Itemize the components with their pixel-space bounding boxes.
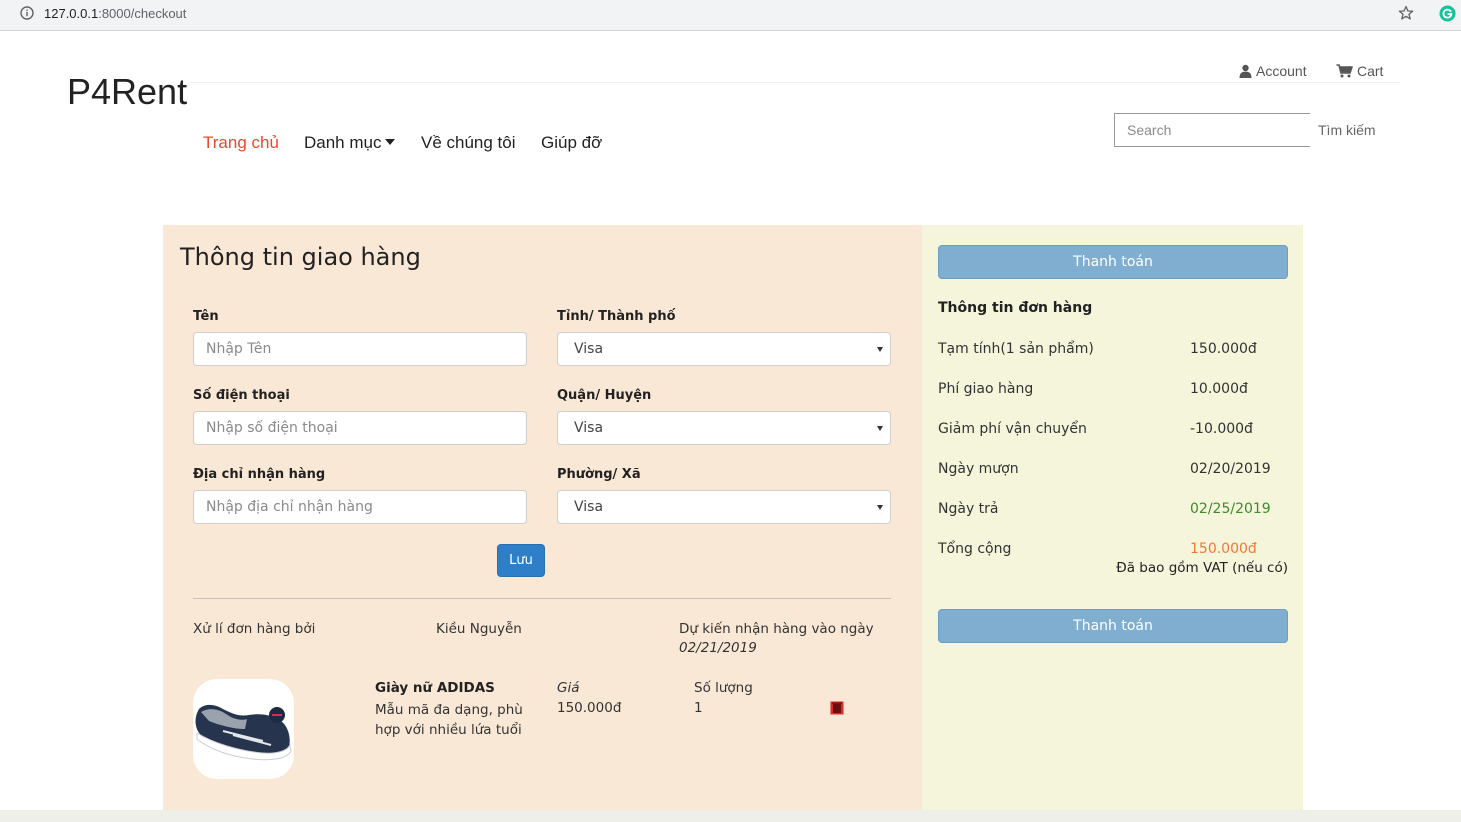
section-divider <box>193 598 891 599</box>
ward-select-value: Visa <box>574 499 604 515</box>
select-arrow-icon <box>877 347 883 352</box>
nav-item-home[interactable]: Trang chủ <box>203 133 279 153</box>
url-text[interactable]: 127.0.0.1:8000/checkout <box>44 6 186 21</box>
browser-toolbar: 127.0.0.1:8000/checkout <box>0 0 1461 31</box>
phone-label: Số điện thoại <box>193 388 290 403</box>
name-field[interactable] <box>193 332 527 366</box>
city-label: Tỉnh/ Thành phố <box>557 309 676 324</box>
return-date-label: Ngày trả <box>938 501 999 517</box>
name-label: Tên <box>193 309 219 324</box>
address-bar[interactable] <box>8 2 1428 27</box>
expected-delivery-label: Dự kiến nhận hàng vào ngày <box>679 621 874 637</box>
nav-item-about[interactable]: Về chúng tôi <box>421 133 516 153</box>
shipping-title: Thông tin giao hàng <box>180 243 421 271</box>
subtotal-label: Tạm tính(1 sản phẩm) <box>938 341 1094 357</box>
expected-delivery-date: 02/21/2019 <box>679 640 757 656</box>
ward-select[interactable]: Visa <box>557 490 891 524</box>
info-icon[interactable] <box>20 6 34 20</box>
trash-icon[interactable] <box>830 701 844 715</box>
borrow-date-label: Ngày mượn <box>938 461 1019 477</box>
city-select[interactable]: Visa <box>557 332 891 366</box>
price-label: Giá <box>557 680 580 696</box>
user-icon <box>1239 64 1252 78</box>
shipping-fee-value: 10.000đ <box>1190 381 1248 397</box>
pay-button-top[interactable]: Thanh toán <box>938 245 1288 279</box>
district-select[interactable]: Visa <box>557 411 891 445</box>
quantity-label: Số lượng <box>694 680 753 696</box>
cart-label: Cart <box>1357 63 1384 79</box>
nav-item-categories[interactable]: Danh mục <box>304 133 396 153</box>
shipping-fee-label: Phí giao hàng <box>938 381 1034 397</box>
shipping-info-panel: Thông tin giao hàng Tên Tỉnh/ Thành phố … <box>163 225 922 810</box>
caret-down-icon <box>385 139 396 145</box>
order-summary-panel: Thanh toán Thông tin đơn hàng Tạm tính(1… <box>922 225 1303 810</box>
total-value: 150.000đ <box>1190 541 1257 557</box>
nav-item-categories-label: Danh mục <box>304 133 382 152</box>
district-label: Quận/ Huyện <box>557 388 652 403</box>
save-button[interactable]: Lưu <box>497 544 545 577</box>
account-link[interactable]: Account <box>1239 63 1307 79</box>
product-description: Mẫu mã đa dạng, phù hợp với nhiều lứa tu… <box>375 702 523 738</box>
product-price: 150.000đ <box>557 700 622 716</box>
bookmark-star-icon[interactable] <box>1398 5 1414 21</box>
header-divider <box>190 82 1400 83</box>
address-label: Địa chỉ nhận hàng <box>193 467 326 482</box>
product-name: Giày nữ ADIDAS <box>375 680 495 696</box>
borrow-date-value: 02/20/2019 <box>1190 461 1271 477</box>
subtotal-value: 150.000đ <box>1190 341 1257 357</box>
ward-label: Phường/ Xã <box>557 467 641 482</box>
cart-link[interactable]: Cart <box>1336 63 1383 79</box>
account-label: Account <box>1256 63 1307 79</box>
vat-note: Đã bao gồm VAT (nếu có) <box>1116 560 1288 576</box>
city-select-value: Visa <box>574 341 604 357</box>
search-button[interactable]: Tìm kiếm <box>1310 113 1384 147</box>
shipping-discount-label: Giảm phí vận chuyển <box>938 421 1087 437</box>
cart-icon <box>1336 64 1353 78</box>
pay-button-bottom[interactable]: Thanh toán <box>938 609 1288 643</box>
return-date-value: 02/25/2019 <box>1190 501 1271 517</box>
search-input[interactable] <box>1114 113 1310 147</box>
handler-name: Kiều Nguyễn <box>436 621 522 637</box>
address-field[interactable] <box>193 490 527 524</box>
select-arrow-icon <box>877 505 883 510</box>
product-quantity: 1 <box>694 700 703 716</box>
order-info-title: Thông tin đơn hàng <box>938 300 1093 316</box>
site-logo[interactable]: P4Rent <box>67 71 187 113</box>
page-footer-strip <box>0 810 1461 822</box>
nav-item-help[interactable]: Giúp đỡ <box>541 133 602 153</box>
grammarly-extension-icon[interactable] <box>1439 5 1456 22</box>
sneaker-image <box>193 679 294 779</box>
total-label: Tổng cộng <box>938 541 1012 557</box>
phone-field[interactable] <box>193 411 527 445</box>
handled-by-label: Xử lí đơn hàng bởi <box>193 621 316 637</box>
district-select-value: Visa <box>574 420 604 436</box>
shipping-discount-value: -10.000đ <box>1190 421 1253 437</box>
select-arrow-icon <box>877 426 883 431</box>
